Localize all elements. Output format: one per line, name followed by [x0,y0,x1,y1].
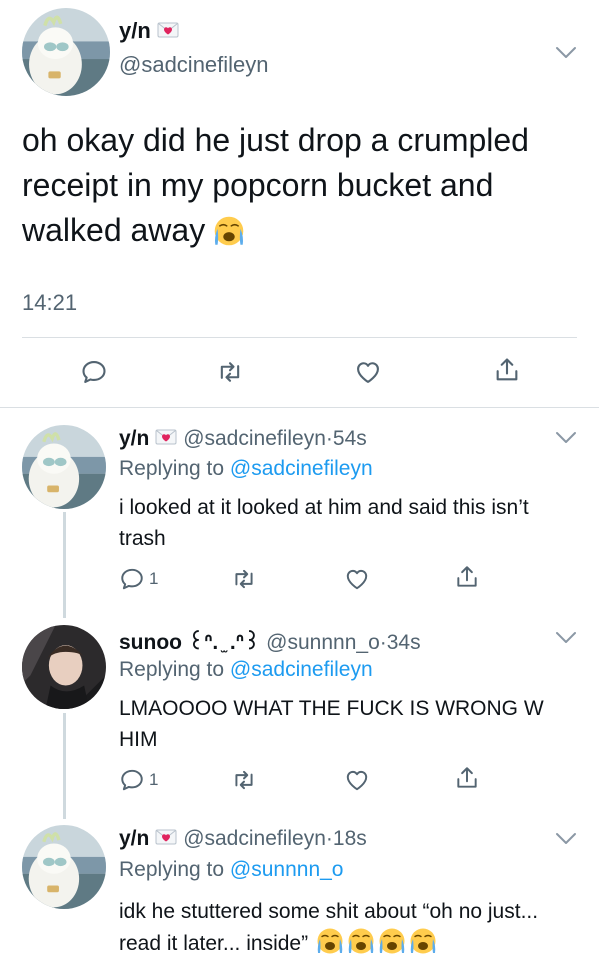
reply-count: 1 [149,569,159,588]
replying-to: Replying to @sadcinefileyn [119,457,373,481]
handle[interactable]: @sadcinefileyn [183,427,326,450]
heart-envelope-icon [155,429,177,445]
reply-icon [119,566,145,592]
avatar[interactable] [22,425,106,509]
display-name[interactable]: y/n [119,827,149,850]
handle[interactable]: @sunnnn_o [266,631,380,654]
separator: · [325,427,333,450]
avatar[interactable] [22,8,110,96]
reply-button[interactable]: 1 [119,566,158,592]
reply-icon [80,358,108,386]
like-button[interactable] [344,566,370,592]
mention-link[interactable]: @sadcinefileyn [230,457,373,480]
reply-header: y/n @sadcinefileyn·54s [119,427,367,451]
thread-line [63,512,66,618]
mention-link[interactable]: @sunnnn_o [230,858,344,881]
share-icon [454,765,480,791]
heart-envelope-icon [157,22,179,38]
timestamp[interactable]: 34s [387,631,421,654]
share-button[interactable] [454,765,480,791]
heart-icon [344,566,370,592]
share-button[interactable] [493,356,521,384]
retweet-icon [216,358,244,386]
display-name-text: y/n [119,18,151,43]
handle[interactable]: @sadcinefileyn [119,52,269,78]
heart-icon [344,767,370,793]
like-button[interactable] [354,358,382,386]
tweet-text-body: oh okay did he just drop a crumpled rece… [22,122,529,248]
separator: · [325,827,333,850]
share-icon [454,564,480,590]
display-name[interactable]: y/n [119,18,179,44]
reply-header: sunoo ꒰ᐢ. ̫ .ᐢ꒱ @sunnnn_o·34s [119,627,421,655]
divider [22,337,577,338]
loudly-crying-face-icon [316,927,344,955]
handle[interactable]: @sadcinefileyn [183,827,326,850]
loudly-crying-face-icon [378,927,406,955]
display-name[interactable]: y/n [119,427,149,450]
like-button[interactable] [344,767,370,793]
heart-icon [354,358,382,386]
tweet-text: i looked at it looked at him and said th… [119,496,529,550]
mention-link[interactable]: @sadcinefileyn [230,658,373,681]
retweet-icon [231,767,257,793]
avatar[interactable] [22,625,106,709]
reply-icon [119,767,145,793]
tweet-text: LMAOOOO WHAT THE FUCK IS WRONG W HIM [119,697,544,751]
chevron-down-icon[interactable] [555,431,577,445]
chevron-down-icon[interactable] [555,832,577,846]
tweet-text: oh okay did he just drop a crumpled rece… [22,118,582,253]
retweet-button[interactable] [231,566,257,592]
divider [0,407,599,408]
heart-envelope-icon [155,829,177,845]
thread-line [63,713,66,819]
reply-count: 1 [149,770,159,789]
reply-header: y/n @sadcinefileyn·18s [119,827,367,851]
loudly-crying-face-icon [213,215,245,247]
loudly-crying-face-icon [347,927,375,955]
chevron-down-icon[interactable] [555,46,577,60]
separator: · [379,631,387,654]
share-icon [493,356,521,384]
display-name[interactable]: sunoo ꒰ᐢ. ̫ .ᐢ꒱ [119,631,260,654]
chevron-down-icon[interactable] [555,631,577,645]
replying-to-label: Replying to [119,658,225,681]
timestamp[interactable]: 54s [333,427,367,450]
timestamp[interactable]: 18s [333,827,367,850]
reply-button[interactable]: 1 [119,767,158,793]
replying-to-label: Replying to [119,457,225,480]
replying-to: Replying to @sadcinefileyn [119,658,373,682]
retweet-button[interactable] [231,767,257,793]
tweet-text: idk he stuttered some shit about “oh no … [119,896,579,959]
reply-button[interactable] [80,358,108,386]
retweet-button[interactable] [216,358,244,386]
replying-to: Replying to @sunnnn_o [119,858,343,882]
retweet-icon [231,566,257,592]
share-button[interactable] [454,564,480,590]
timestamp[interactable]: 14:21 [22,290,77,316]
avatar[interactable] [22,825,106,909]
replying-to-label: Replying to [119,858,225,881]
loudly-crying-face-icon [409,927,437,955]
